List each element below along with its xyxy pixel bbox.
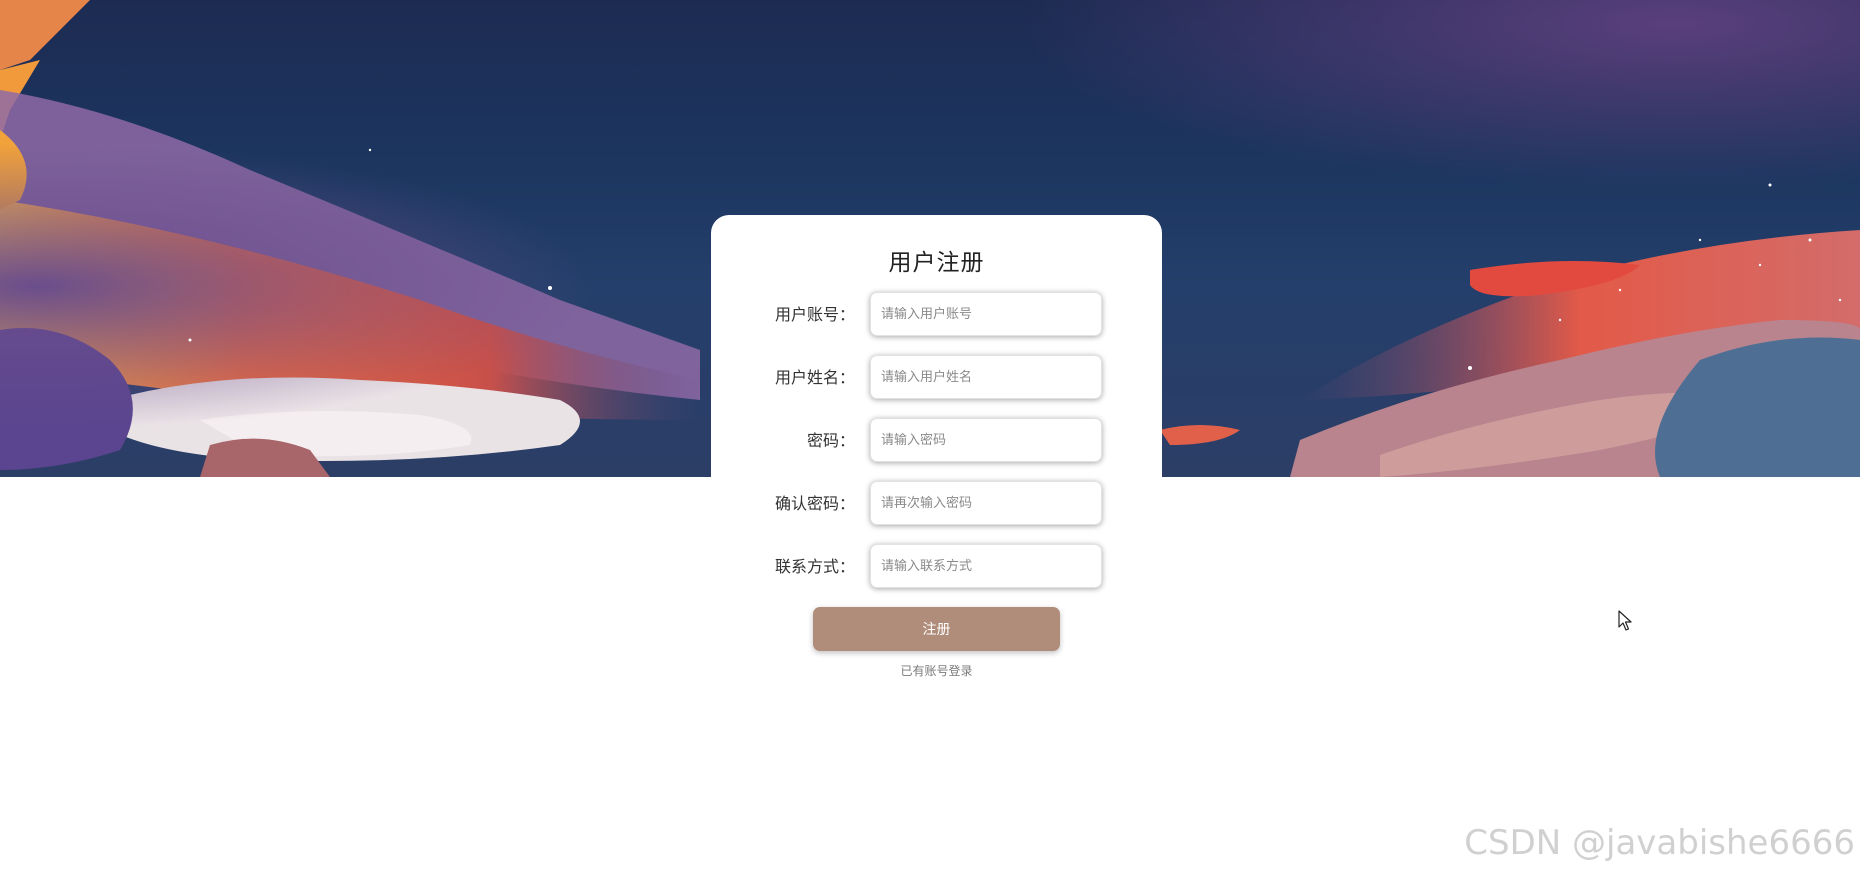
- csdn-watermark: CSDN @javabishe6666: [1464, 823, 1855, 863]
- registration-page: 用户注册 用户账号： 用户姓名： 密码： 确认密码： 联系方式： 注册 已有账号…: [0, 0, 1860, 875]
- confirm-password-label: 确认密码：: [774, 494, 855, 513]
- field-row-account: 用户账号：: [711, 292, 1162, 338]
- register-button[interactable]: 注册: [813, 607, 1060, 651]
- name-label: 用户姓名：: [774, 368, 855, 387]
- login-link[interactable]: 已有账号登录: [711, 662, 1162, 679]
- password-input[interactable]: [870, 418, 1102, 462]
- password-label: 密码：: [806, 431, 855, 450]
- register-title: 用户注册: [888, 250, 985, 276]
- contact-label: 联系方式：: [774, 557, 855, 576]
- field-row-password: 密码：: [711, 418, 1162, 464]
- account-input[interactable]: [870, 292, 1102, 336]
- mouse-cursor-icon: [1618, 610, 1632, 631]
- field-row-contact: 联系方式：: [711, 544, 1162, 590]
- name-input[interactable]: [870, 355, 1102, 399]
- register-card: 用户注册 用户账号： 用户姓名： 密码： 确认密码： 联系方式： 注册 已有账号…: [711, 215, 1162, 695]
- account-label: 用户账号：: [774, 305, 855, 324]
- confirm-password-input[interactable]: [870, 481, 1102, 525]
- field-row-name: 用户姓名：: [711, 355, 1162, 401]
- field-row-confirm-password: 确认密码：: [711, 481, 1162, 527]
- contact-input[interactable]: [870, 544, 1102, 588]
